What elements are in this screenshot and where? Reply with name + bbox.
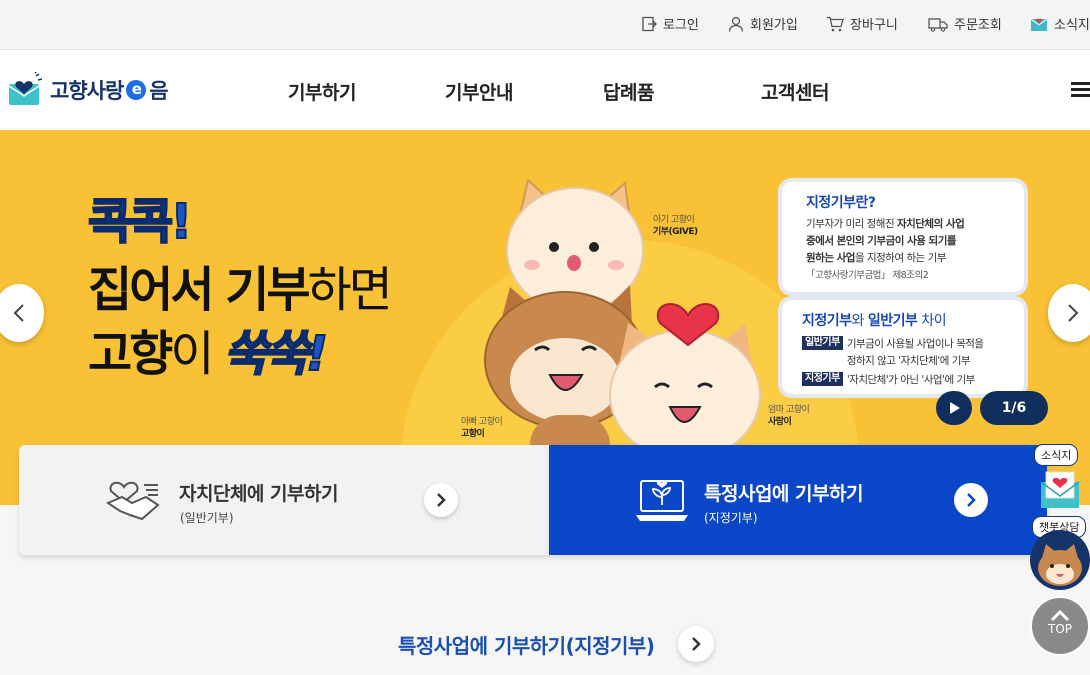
play-icon — [950, 402, 960, 414]
chevron-right-icon — [692, 637, 701, 651]
login-link[interactable]: 로그인 — [641, 14, 699, 33]
hero-line1: 집어서 기부하면 — [88, 250, 393, 320]
designated-donation-arrow[interactable] — [954, 483, 988, 517]
char-top-caption: 아기 고향이기부(GIVE) — [653, 214, 698, 238]
info2-row2: 지정기부 '자치단체'가 아닌 '사업'에 기부 — [802, 372, 1014, 389]
nav-donation-guide[interactable]: 기부안내 — [445, 78, 513, 105]
char-right-caption: 엄마 고향이사랑이 — [768, 404, 810, 428]
scroll-top-button[interactable]: TOP — [1030, 596, 1090, 656]
cart-link[interactable]: 장바구니 — [826, 14, 898, 33]
newsletter-label: 소식지 — [1054, 18, 1090, 33]
quick-newsletter-label[interactable]: 소식지 — [1034, 444, 1079, 466]
info1-body: 기부자가 미리 정해진 자치단체의 사업 중에서 본인의 기부금이 사용 되기를… — [806, 216, 1012, 284]
info2-row2-text: '자치단체'가 아닌 '사업'에 기부 — [846, 374, 975, 386]
nav-gifts[interactable]: 답례품 — [603, 78, 654, 105]
char-left-label: 고향이 — [461, 429, 485, 439]
info2-title-c: 일반기부 — [867, 313, 918, 329]
char-right-label: 사랑이 — [768, 417, 792, 427]
hero-line2-blue: 쑥쑥! — [223, 325, 329, 383]
designated-donation-card[interactable]: 특정사업에 기부하기 (지정기부) — [549, 445, 1047, 555]
general-donation-title: 자치단체에 기부하기 — [179, 483, 338, 505]
hero-line2-thin: 이 — [170, 326, 224, 382]
designated-donation-title: 특정사업에 기부하기 — [704, 483, 863, 505]
hero-pager: 1/6 — [980, 391, 1048, 425]
logo-e-badge: e — [126, 80, 147, 100]
info-box-difference: 지정기부와 일반기부 차이 일반기부 기부금이 사용될 사업이나 목적을 정하지 … — [778, 296, 1028, 398]
chevron-up-icon — [1050, 610, 1070, 622]
hero-next-button[interactable] — [1048, 284, 1090, 342]
logo-text: 고향사랑 e 음 — [50, 75, 169, 105]
info1-line3-b: 을 지정하여 하는 기부 — [854, 252, 946, 264]
info1-line1: 기부자가 미리 정해진 자치단체의 사업 — [806, 216, 1012, 233]
info1-line3-a: 원하는 사업 — [806, 252, 855, 264]
truck-icon — [928, 17, 948, 32]
signup-link[interactable]: 회원가입 — [728, 14, 798, 33]
info-box-designated-donation: 지정기부란? 기부자가 미리 정해진 자치단체의 사업 중에서 본인의 기부금이… — [778, 178, 1028, 296]
section-title: 특정사업에 기부하기(지정기부) — [398, 634, 655, 658]
main-header: 고향사랑 e 음 기부하기 기부안내 답례품 고객센터 — [0, 50, 1090, 130]
newsletter-icon — [1030, 18, 1048, 31]
quick-newsletter-icon[interactable] — [1040, 468, 1080, 510]
general-donation-tag: 일반기부 — [802, 336, 843, 350]
info1-line3: 원하는 사업을 지정하여 하는 기부 — [806, 250, 1012, 267]
hamburger-menu-icon[interactable] — [1071, 82, 1090, 98]
info2-title-d: 차이 — [917, 313, 947, 329]
info2-row1-text: 기부금이 사용될 사업이나 목적을정하지 않고 '자치단체'에 기부 — [847, 336, 984, 370]
general-donation-sub: (일반기부) — [180, 511, 234, 525]
chevron-right-icon — [967, 493, 976, 507]
hero-play-button[interactable] — [936, 391, 972, 425]
scroll-top-label: TOP — [1047, 622, 1072, 636]
hero-line1-bold: 집어서 기부 — [88, 262, 311, 318]
info2-row1-line1: 기부금이 사용될 사업이나 목적을 — [846, 338, 984, 350]
chevron-right-icon — [1068, 304, 1079, 322]
designated-donation-tag: 지정기부 — [802, 372, 843, 386]
chevron-right-icon — [437, 493, 446, 507]
logo-text-part1: 고향사랑 — [50, 79, 124, 103]
chatbot-cat-icon — [1038, 544, 1082, 586]
newsletter-link[interactable]: 소식지 — [1030, 14, 1090, 33]
person-icon — [728, 16, 744, 32]
signup-label: 회원가입 — [750, 18, 798, 33]
logo-text-part2: 음 — [149, 79, 168, 103]
info1-law: 「고향사랑기부금법」 제8조의2 — [806, 270, 929, 281]
order-lookup-link[interactable]: 주문조회 — [928, 14, 1002, 33]
chevron-left-icon — [13, 304, 24, 322]
login-label: 로그인 — [663, 18, 699, 33]
char-right-small: 엄마 고향이 — [768, 405, 810, 415]
general-donation-arrow[interactable] — [424, 483, 458, 517]
char-top-label: 기부(GIVE) — [653, 227, 698, 237]
info1-title: 지정기부란? — [806, 195, 876, 211]
designated-donation-sub: (지정기부) — [704, 511, 758, 525]
char-top-small: 아기 고향이 — [653, 215, 695, 225]
nav-donate[interactable]: 기부하기 — [288, 78, 356, 105]
info2-title: 지정기부와 일반기부 차이 — [802, 310, 1014, 330]
quick-chatbot-button[interactable] — [1030, 530, 1090, 590]
char-left-small: 아빠 고향이 — [461, 417, 503, 427]
info2-title-a: 지정기부 — [802, 313, 852, 329]
hero-line2: 고향이 쑥쑥! — [88, 314, 329, 384]
handshake-heart-icon — [105, 481, 160, 521]
section-more-button[interactable] — [678, 626, 714, 662]
nav-customer-center[interactable]: 고객센터 — [761, 78, 829, 105]
info2-row1-line2: 정하지 않고 '자치단체'에 기부 — [846, 355, 971, 367]
info1-line2: 중에서 본인의 기부금이 사용 되기를 — [806, 235, 957, 247]
cart-icon — [827, 16, 844, 31]
info1-line1-a: 기부자가 미리 정해진 — [806, 218, 897, 230]
logo-mark-icon — [8, 72, 43, 105]
order-lookup-label: 주문조회 — [954, 18, 1002, 33]
info2-title-b: 와 — [851, 313, 868, 329]
general-donation-card[interactable]: 자치단체에 기부하기 (일반기부) — [19, 445, 549, 555]
char-left-caption: 아빠 고향이고향이 — [461, 416, 503, 440]
info2-row1: 일반기부 기부금이 사용될 사업이나 목적을정하지 않고 '자치단체'에 기부 — [802, 336, 1014, 370]
cart-label: 장바구니 — [850, 18, 898, 33]
hero-kk-text: 콕콕! — [87, 193, 193, 251]
site-logo[interactable]: 고향사랑 e 음 — [8, 72, 169, 108]
hero-line1-thin: 하면 — [307, 262, 393, 318]
info1-line1-b: 자치단체의 사업 — [896, 218, 965, 230]
laptop-plant-icon — [636, 480, 688, 521]
hero-line2-bold: 고향 — [88, 326, 173, 382]
login-icon — [642, 16, 657, 31]
utility-bar: 로그인 회원가입 장바구니 주문조회 소식지 — [0, 0, 1090, 50]
